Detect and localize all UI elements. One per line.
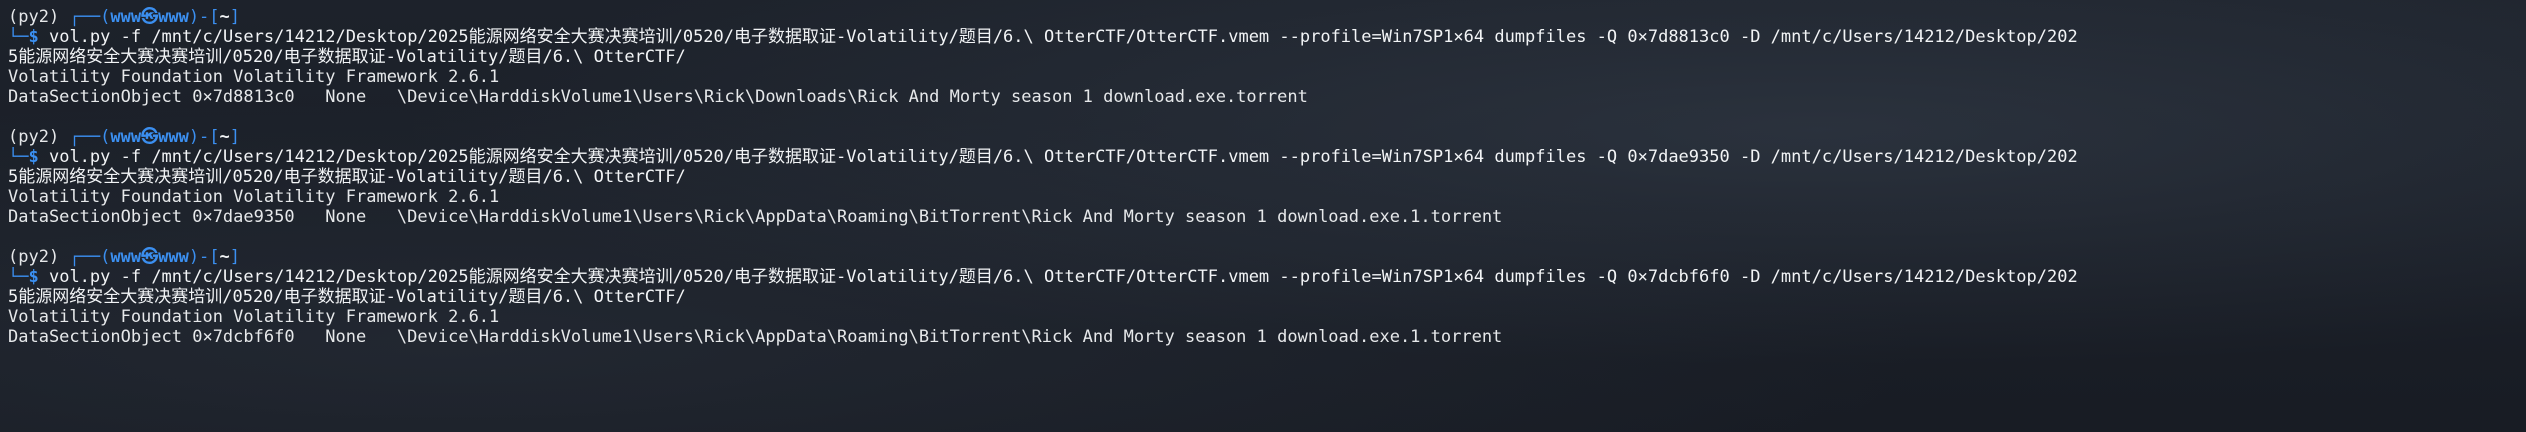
prompt-frame-mid: )-[ [188,127,220,147]
prompt-line: (py2) ┌──(www㉿www)-[~] [8,127,2526,147]
command-line[interactable]: └─$ vol.py -f /mnt/c/Users/14212/Desktop… [8,147,2526,167]
output-line: Volatility Foundation Volatility Framewo… [8,307,500,327]
prompt-cwd: ~ [219,7,230,27]
prompt-cwd: ~ [219,247,230,267]
prompt-user: www [110,247,142,267]
prompt-dollar: $ [28,267,39,287]
output-line: Volatility Foundation Volatility Framewo… [8,67,500,87]
prompt-frame-bottom: └─ [8,267,29,287]
command-block: (py2) ┌──(www㉿www)-[~] └─$ vol.py -f /mn… [8,127,2526,227]
terminal-window[interactable]: (py2) ┌──(www㉿www)-[~] └─$ vol.py -f /mn… [0,0,2526,432]
prompt-frame-bottom: └─ [8,147,29,167]
command-line[interactable]: └─$ vol.py -f /mnt/c/Users/14212/Desktop… [8,267,2526,287]
command-text-wrapped: 5能源网络安全大赛决赛培训/0520/电子数据取证-Volatility/题目/… [8,47,686,67]
kali-separator-icon: ㉿ [141,127,159,147]
prompt-frame-close: ] [229,7,241,27]
prompt-frame-mid: )-[ [188,7,220,27]
prompt-frame-mid: )-[ [188,247,220,267]
output-line: DataSectionObject 0×7dae9350 None \Devic… [8,207,1503,227]
command-text: vol.py -f /mnt/c/Users/14212/Desktop/202… [38,147,2078,167]
prompt-frame-open: ┌──( [59,127,111,147]
output-line: DataSectionObject 0×7dcbf6f0 None \Devic… [8,327,1503,347]
prompt-line: (py2) ┌──(www㉿www)-[~] [8,7,2526,27]
virtualenv-label: (py2) [8,247,60,267]
prompt-frame-open: ┌──( [59,7,111,27]
prompt-line: (py2) ┌──(www㉿www)-[~] [8,247,2526,267]
output-line: DataSectionObject 0×7d8813c0 None \Devic… [8,87,1308,107]
command-text: vol.py -f /mnt/c/Users/14212/Desktop/202… [38,267,2078,287]
command-text-wrapped: 5能源网络安全大赛决赛培训/0520/电子数据取证-Volatility/题目/… [8,167,686,187]
prompt-dollar: $ [28,27,39,47]
prompt-frame-close: ] [229,247,241,267]
kali-separator-icon: ㉿ [141,7,159,27]
prompt-dollar: $ [28,147,39,167]
prompt-cwd: ~ [219,127,230,147]
command-block: (py2) ┌──(www㉿www)-[~] └─$ vol.py -f /mn… [8,7,2526,107]
prompt-frame-open: ┌──( [59,247,111,267]
virtualenv-label: (py2) [8,7,60,27]
prompt-frame-bottom: └─ [8,27,29,47]
prompt-frame-close: ] [229,127,241,147]
prompt-user: www [110,127,142,147]
command-line[interactable]: └─$ vol.py -f /mnt/c/Users/14212/Desktop… [8,27,2526,47]
command-block: (py2) ┌──(www㉿www)-[~] └─$ vol.py -f /mn… [8,247,2526,347]
output-line: Volatility Foundation Volatility Framewo… [8,187,500,207]
command-text-wrapped: 5能源网络安全大赛决赛培训/0520/电子数据取证-Volatility/题目/… [8,287,686,307]
kali-separator-icon: ㉿ [141,247,159,267]
prompt-host: www [158,7,189,27]
prompt-host: www [158,247,189,267]
prompt-user: www [110,7,142,27]
prompt-host: www [158,127,189,147]
virtualenv-label: (py2) [8,127,60,147]
command-text: vol.py -f /mnt/c/Users/14212/Desktop/202… [38,27,2078,47]
